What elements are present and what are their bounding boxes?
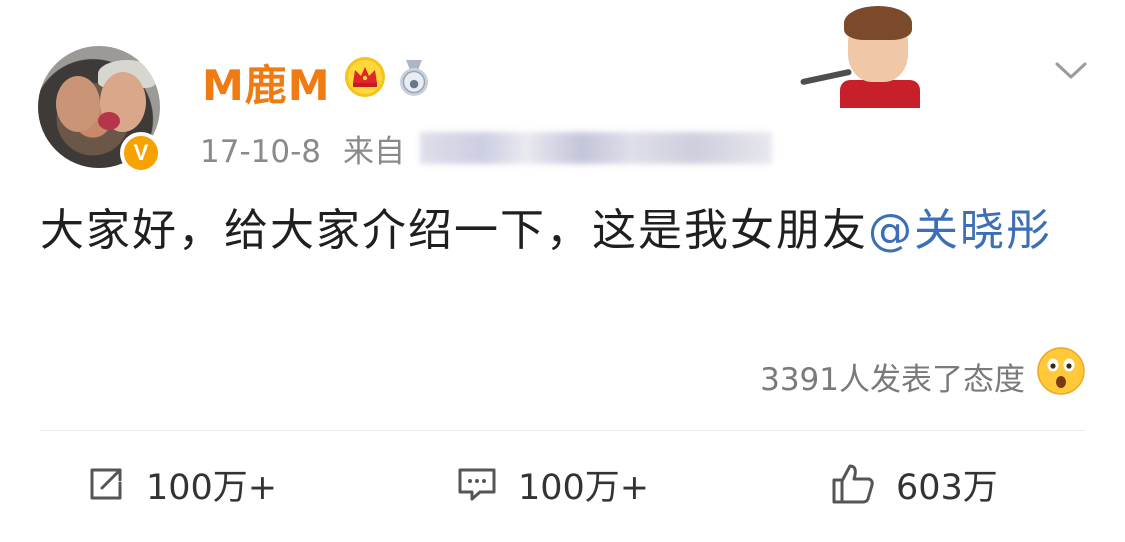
post-date: 17-10-8 [200,134,321,170]
post-body: 大家好，给大家介绍一下，这是我女朋友 [40,205,868,256]
wow-emoji-icon[interactable] [1036,346,1086,396]
divider [40,430,1085,431]
mention-link[interactable]: @关晓彤 [868,205,1052,256]
medal-icon[interactable]: ● [396,58,432,98]
verified-v-icon: V [120,132,162,174]
post-text: 大家好，给大家介绍一下，这是我女朋友@关晓彤 [40,200,1080,262]
repost-count: 100万+ [146,467,278,508]
repost-button[interactable]: 100万+ [86,458,277,510]
crown-icon[interactable] [344,56,386,98]
card-decoration [796,6,976,110]
comment-button[interactable]: 100万+ [456,458,649,510]
weibo-post-card: V M鹿M ● 17-10-8 来自 大家好，给大家介绍一下，这是我女朋友@关晓彤… [0,0,1125,542]
repost-icon [90,468,122,500]
like-count: 603万 [896,467,998,508]
like-icon [832,464,874,504]
like-button[interactable]: 603万 [830,458,998,510]
comment-count: 100万+ [518,467,650,508]
blurred-source-device [420,132,772,164]
reactions-count[interactable]: 3391人发表了态度 [760,354,1025,399]
comment-icon [458,468,496,501]
username[interactable]: M鹿M [202,52,331,113]
svg-text:●: ● [409,77,419,90]
source-prefix: 来自 [343,134,405,170]
post-meta: 17-10-8 来自 [200,126,405,171]
chevron-down-icon[interactable] [1054,60,1088,82]
